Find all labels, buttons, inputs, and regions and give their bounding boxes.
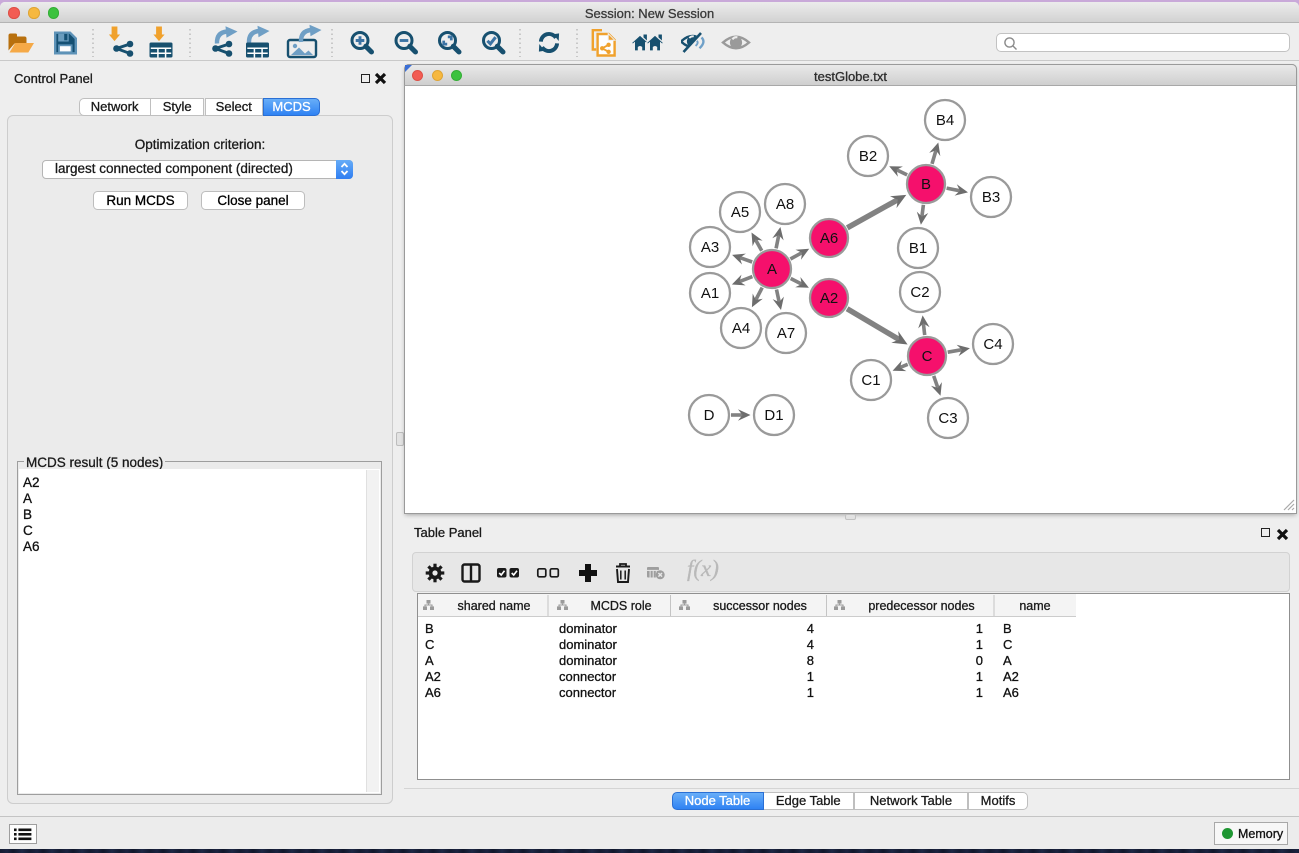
svg-text:C4: C4 (983, 336, 1002, 353)
svg-text:A: A (767, 261, 777, 278)
svg-text:B2: B2 (859, 148, 877, 165)
svg-text:C1: C1 (861, 372, 880, 389)
svg-text:C3: C3 (938, 410, 957, 427)
svg-text:A7: A7 (777, 325, 795, 342)
svg-text:A2: A2 (820, 290, 838, 307)
svg-text:A3: A3 (701, 239, 719, 256)
svg-text:D1: D1 (764, 407, 783, 424)
svg-text:B4: B4 (936, 112, 954, 129)
svg-text:B3: B3 (982, 189, 1000, 206)
svg-text:A8: A8 (776, 196, 794, 213)
svg-text:A4: A4 (732, 320, 750, 337)
svg-text:A6: A6 (820, 230, 838, 247)
svg-text:A5: A5 (731, 204, 749, 221)
svg-text:C2: C2 (910, 284, 929, 301)
svg-text:B1: B1 (909, 240, 927, 257)
svg-text:B: B (921, 176, 931, 193)
svg-text:D: D (704, 407, 715, 424)
svg-text:A1: A1 (701, 285, 719, 302)
svg-text:C: C (922, 348, 933, 365)
